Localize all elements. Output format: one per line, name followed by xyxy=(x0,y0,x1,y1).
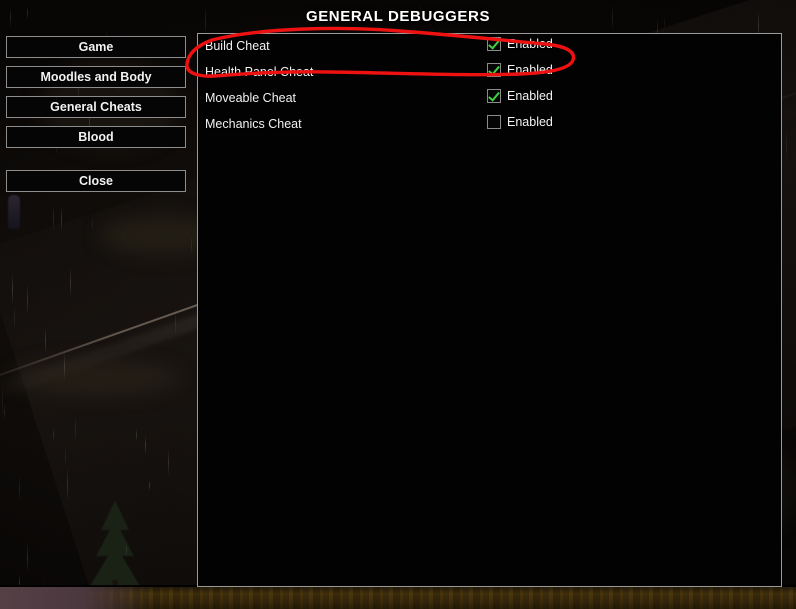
table-row: Mechanics Cheat Enabled xyxy=(198,112,781,138)
page-title: GENERAL DEBUGGERS xyxy=(305,8,491,25)
toggle-health-panel-cheat[interactable]: Enabled xyxy=(487,63,553,77)
sidebar-button-blood[interactable]: Blood xyxy=(6,126,186,148)
scene-pine-tree xyxy=(86,498,144,590)
sidebar-button-general-cheats[interactable]: General Cheats xyxy=(6,96,186,118)
game-screen: GENERAL DEBUGGERS Game Moodles and Body … xyxy=(0,0,796,609)
toggle-label: Enabled xyxy=(507,63,553,77)
table-row: Moveable Cheat Enabled xyxy=(198,86,781,112)
sidebar: Game Moodles and Body General Cheats Blo… xyxy=(6,36,186,200)
toggle-label: Enabled xyxy=(507,89,553,103)
toggle-label: Enabled xyxy=(507,37,553,51)
toggle-mechanics-cheat[interactable]: Enabled xyxy=(487,115,553,129)
row-label-moveable-cheat: Moveable Cheat xyxy=(205,91,297,105)
toggle-moveable-cheat[interactable]: Enabled xyxy=(487,89,553,103)
row-label-health-panel-cheat: Health Panel Cheat xyxy=(205,65,314,79)
debuggers-panel: Build Cheat Enabled Health Panel Cheat E… xyxy=(197,33,782,587)
scene-character-silhouette xyxy=(8,195,20,229)
sidebar-button-moodles-and-body[interactable]: Moodles and Body xyxy=(6,66,186,88)
checkbox-moveable-cheat[interactable] xyxy=(487,89,501,103)
checkbox-build-cheat[interactable] xyxy=(487,37,501,51)
close-button[interactable]: Close xyxy=(6,170,186,192)
scene-ground-left-patch xyxy=(0,587,150,609)
sidebar-button-game[interactable]: Game xyxy=(6,36,186,58)
table-row: Health Panel Cheat Enabled xyxy=(198,60,781,86)
row-label-mechanics-cheat: Mechanics Cheat xyxy=(205,117,302,131)
table-row: Build Cheat Enabled xyxy=(198,34,781,60)
cheat-options-list: Build Cheat Enabled Health Panel Cheat E… xyxy=(198,34,781,138)
checkbox-health-panel-cheat[interactable] xyxy=(487,63,501,77)
row-label-build-cheat: Build Cheat xyxy=(205,39,270,53)
toggle-label: Enabled xyxy=(507,115,553,129)
checkbox-mechanics-cheat[interactable] xyxy=(487,115,501,129)
toggle-build-cheat[interactable]: Enabled xyxy=(487,37,553,51)
